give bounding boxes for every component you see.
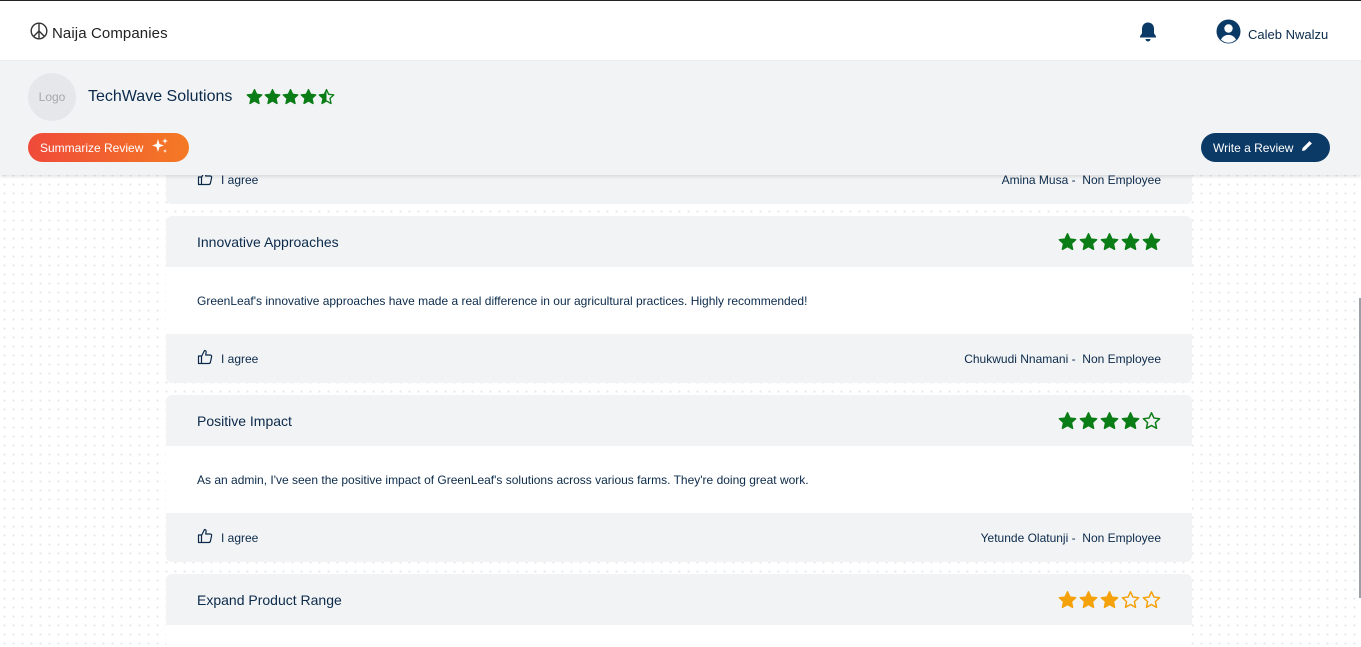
agree-button[interactable]: I agree (197, 349, 258, 368)
write-review-label: Write a Review (1213, 140, 1294, 155)
star-filled-icon (1100, 590, 1119, 609)
brand[interactable]: Naija Companies (30, 22, 168, 45)
pencil-icon (1301, 140, 1313, 155)
star-filled-icon (1142, 232, 1161, 251)
user-name: Caleb Nwalzu (1248, 26, 1329, 42)
author-name: Chukwudi Nnamani (964, 351, 1069, 366)
star-empty-icon (1142, 590, 1161, 609)
star-filled-icon (264, 88, 281, 105)
agree-label: I agree (221, 351, 259, 366)
review-title: Innovative Approaches (197, 233, 339, 250)
star-filled-icon (246, 88, 263, 105)
company-name: TechWave Solutions (88, 88, 233, 105)
company-rating (246, 88, 335, 105)
star-filled-icon (1100, 411, 1119, 430)
star-filled-icon (300, 88, 317, 105)
author-role: Non Employee (1082, 530, 1161, 545)
peace-logo-icon (30, 22, 48, 45)
thumbs-up-icon (197, 349, 213, 368)
star-filled-icon (1058, 232, 1077, 251)
sparkle-icon (151, 137, 169, 158)
bell-icon[interactable] (1138, 21, 1158, 48)
brand-name: Naija Companies (52, 25, 168, 42)
review-footer: I agree Chukwudi Nnamani - Non Employee (166, 334, 1192, 383)
review-footer: I agree Yetunde Olatunji - Non Employee (166, 513, 1192, 562)
review-card: Positive Impact As an admin, I've seen t… (166, 395, 1192, 562)
review-header: Positive Impact (166, 395, 1192, 446)
star-filled-icon (282, 88, 299, 105)
company-logo: Logo (28, 73, 76, 121)
star-empty-icon (1142, 411, 1161, 430)
review-title: Expand Product Range (197, 591, 342, 608)
review-body: As an admin, I've seen the positive impa… (166, 446, 1192, 513)
author-role: Non Employee (1082, 351, 1161, 366)
agree-label: I agree (221, 530, 259, 545)
star-filled-icon (1100, 232, 1119, 251)
star-filled-icon (1121, 411, 1140, 430)
review-body: GreenLeaf's innovative approaches have m… (166, 267, 1192, 334)
star-empty-icon (1121, 590, 1140, 609)
review-header: Expand Product Range (166, 574, 1192, 625)
review-header: Innovative Approaches (166, 216, 1192, 267)
star-filled-icon (1079, 232, 1098, 251)
summarize-label: Summarize Review (40, 140, 144, 155)
top-navbar: Naija Companies Caleb Nwalzu (0, 0, 1361, 61)
star-filled-icon (1079, 590, 1098, 609)
review-card: Expand Product Range (166, 574, 1192, 647)
star-filled-icon (1121, 232, 1140, 251)
summarize-review-button[interactable]: Summarize Review (28, 133, 189, 162)
company-header: Logo TechWave Solutions Summarize Review… (0, 61, 1361, 175)
review-title: Positive Impact (197, 412, 292, 429)
user-menu[interactable]: Caleb Nwalzu (1216, 19, 1328, 49)
review-rating (1058, 232, 1161, 251)
review-rating (1058, 590, 1161, 609)
review-card: Innovative Approaches GreenLeaf's innova… (166, 216, 1192, 383)
write-review-button[interactable]: Write a Review (1201, 133, 1330, 162)
user-circle-icon (1216, 19, 1241, 49)
star-filled-icon (1079, 411, 1098, 430)
star-half-icon (318, 88, 335, 105)
author-name: Yetunde Olatunji (980, 530, 1069, 545)
thumbs-up-icon (197, 528, 213, 547)
star-filled-icon (1058, 411, 1077, 430)
review-rating (1058, 411, 1161, 430)
agree-button[interactable]: I agree (197, 528, 258, 547)
review-author: Yetunde Olatunji - Non Employee (980, 530, 1161, 545)
review-author: Chukwudi Nnamani - Non Employee (964, 351, 1161, 366)
star-filled-icon (1058, 590, 1077, 609)
